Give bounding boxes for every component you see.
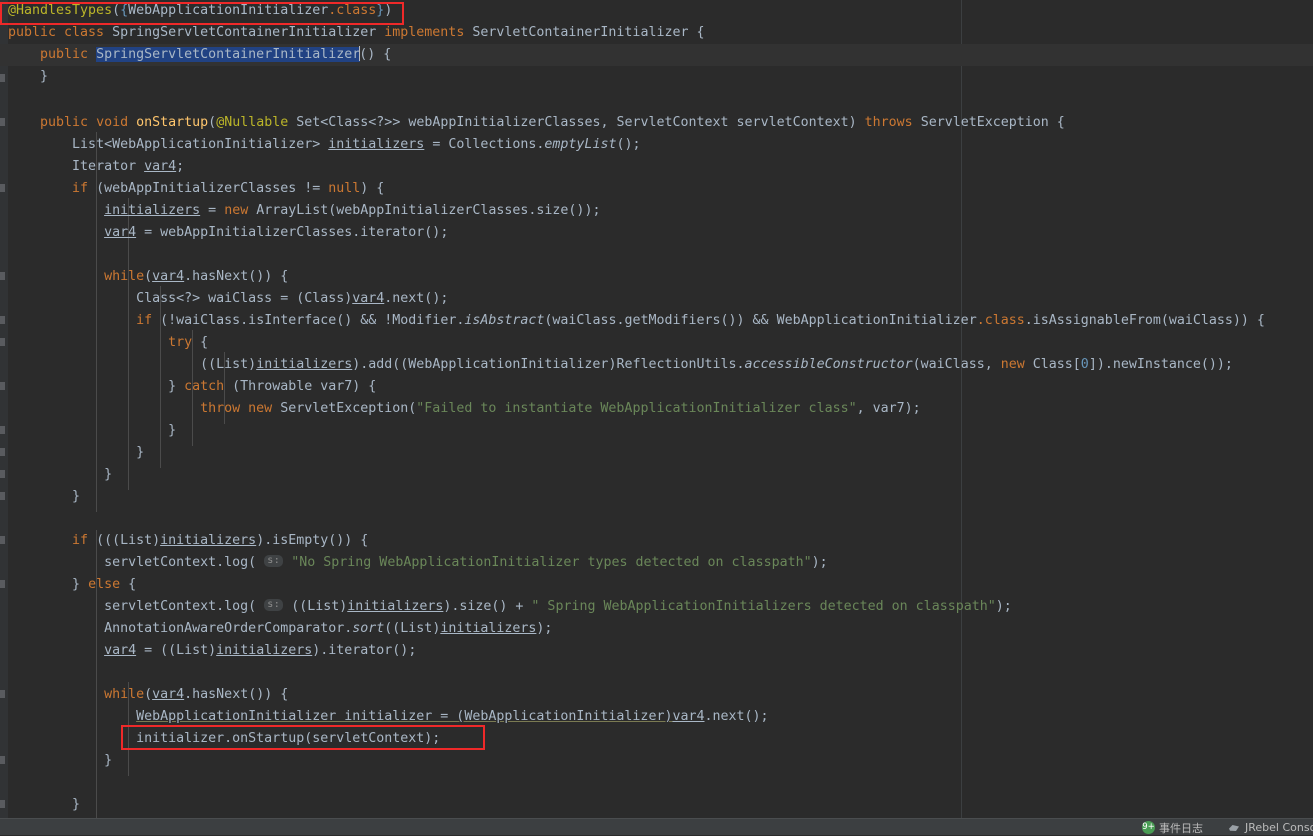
code-line[interactable]: if (((List)initializers).isEmpty()) { (0, 530, 1313, 552)
code-line[interactable]: var4 = ((List)initializers).iterator(); (0, 640, 1313, 662)
code-line[interactable]: } catch (Throwable var7) { (0, 376, 1313, 398)
jrebel-icon (1228, 821, 1241, 834)
code-line[interactable]: AnnotationAwareOrderComparator.sort((Lis… (0, 618, 1313, 640)
text-selection: SpringServletContainerInitializer (96, 47, 360, 62)
status-bar-item-label: JRebel Console (1245, 821, 1313, 834)
code-line[interactable]: public void onStartup(@Nullable Set<Clas… (0, 112, 1313, 134)
code-line[interactable]: List<WebApplicationInitializer> initiali… (0, 134, 1313, 156)
code-line[interactable] (0, 508, 1313, 530)
code-line[interactable] (0, 662, 1313, 684)
code-editor[interactable]: @HandlesTypes({WebApplicationInitializer… (0, 0, 1313, 818)
code-line[interactable]: } (0, 750, 1313, 772)
code-line[interactable]: var4 = webAppInitializerClasses.iterator… (0, 222, 1313, 244)
code-line[interactable]: throw new ServletException("Failed to in… (0, 398, 1313, 420)
code-line[interactable]: } (0, 442, 1313, 464)
code-line[interactable]: } (0, 66, 1313, 88)
code-line[interactable]: if (webAppInitializerClasses != null) { (0, 178, 1313, 200)
parameter-hint: s: (264, 599, 283, 611)
status-bar-item-event-log[interactable]: 9+ 事件日志 (1142, 820, 1203, 835)
code-line[interactable]: } (0, 464, 1313, 486)
status-bar[interactable]: 9+ 事件日志 JRebel Console (0, 818, 1313, 835)
code-line[interactable]: } (0, 486, 1313, 508)
code-line[interactable]: servletContext.log( s: ((List)initialize… (0, 596, 1313, 618)
code-line[interactable] (0, 772, 1313, 794)
code-line[interactable]: public class SpringServletContainerIniti… (0, 22, 1313, 44)
code-line[interactable]: initializers = new ArrayList(webAppIniti… (0, 200, 1313, 222)
parameter-hint: s: (264, 555, 283, 567)
code-line[interactable]: } (0, 420, 1313, 442)
code-line[interactable]: if (!waiClass.isInterface() && !Modifier… (0, 310, 1313, 332)
code-line[interactable] (0, 244, 1313, 266)
code-line[interactable]: } (0, 794, 1313, 816)
code-line[interactable]: WebApplicationInitializer initializer = … (0, 706, 1313, 728)
code-surface[interactable]: @HandlesTypes({WebApplicationInitializer… (0, 0, 1313, 818)
code-line[interactable]: while(var4.hasNext()) { (0, 684, 1313, 706)
code-line[interactable]: while(var4.hasNext()) { (0, 266, 1313, 288)
code-line[interactable]: @HandlesTypes({WebApplicationInitializer… (0, 0, 1313, 22)
code-line[interactable]: servletContext.log( s: "No Spring WebApp… (0, 552, 1313, 574)
code-line-selected[interactable]: public SpringServletContainerInitializer… (0, 44, 1313, 66)
code-line[interactable] (0, 88, 1313, 110)
code-line[interactable]: initializer.onStartup(servletContext); (0, 728, 1313, 750)
code-line[interactable]: Iterator var4; (0, 156, 1313, 178)
code-line[interactable]: ((List)initializers).add((WebApplication… (0, 354, 1313, 376)
code-line[interactable]: try { (0, 332, 1313, 354)
code-line[interactable]: } else { (0, 574, 1313, 596)
code-line[interactable]: Class<?> waiClass = (Class)var4.next(); (0, 288, 1313, 310)
status-bar-item-jrebel-console[interactable]: JRebel Console (1228, 820, 1313, 835)
status-bar-item-label: 事件日志 (1159, 820, 1203, 836)
event-log-icon: 9+ (1142, 821, 1155, 834)
